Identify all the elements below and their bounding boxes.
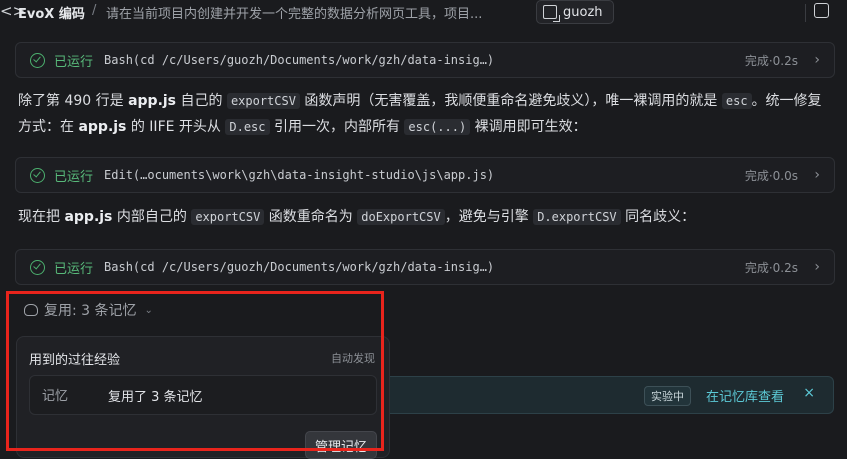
inline-code: esc(...) bbox=[404, 119, 471, 135]
assistant-message: 现在把 app.js 内部自己的 exportCSV 函数重命名为 doExpo… bbox=[18, 209, 696, 225]
inline-code: esc bbox=[721, 93, 752, 109]
inline-code: exportCSV bbox=[226, 93, 300, 109]
app-title: EvoX 编码 bbox=[18, 7, 85, 22]
inline-code: doExportCSV bbox=[357, 209, 445, 225]
chevron-right-icon[interactable]: › bbox=[814, 167, 820, 183]
task-title[interactable]: 请在当前项目内创建并开发一个完整的数据分析网页工具，项目... bbox=[106, 3, 531, 22]
check-circle-icon bbox=[30, 52, 45, 68]
window-icon[interactable] bbox=[814, 3, 829, 18]
memory-reuse-toggle[interactable]: 复用: 3 条记忆 ⌄ bbox=[24, 300, 153, 320]
chevron-down-icon: ⌄ bbox=[144, 304, 153, 316]
open-external-icon bbox=[543, 5, 560, 22]
tool-duration: 完成·0.0s bbox=[744, 168, 798, 183]
tool-call-card[interactable]: 已运行 Bash(cd /c/Users/guozh/Documents/wor… bbox=[15, 42, 835, 78]
tool-status: 已运行 bbox=[54, 169, 94, 185]
breadcrumb-separator: / bbox=[92, 3, 97, 18]
inline-code: D.exportCSV bbox=[533, 209, 621, 225]
check-circle-icon bbox=[30, 259, 45, 275]
memory-icon bbox=[24, 304, 38, 316]
close-icon[interactable]: × bbox=[803, 385, 815, 401]
check-circle-icon bbox=[30, 167, 45, 183]
auto-discover-label: 自动发现 bbox=[331, 352, 375, 365]
divider bbox=[805, 4, 806, 22]
memory-row-key: 记忆 bbox=[42, 389, 69, 404]
manage-memory-button[interactable]: 管理记忆 bbox=[304, 431, 377, 459]
tool-status: 已运行 bbox=[54, 261, 94, 277]
top-bar: <> EvoX 编码 / 请在当前项目内创建并开发一个完整的数据分析网页工具，项… bbox=[0, 0, 847, 26]
memory-row-value: 复用了 3 条记忆 bbox=[108, 390, 203, 405]
tool-status: 已运行 bbox=[54, 54, 94, 70]
tool-duration: 完成·0.2s bbox=[744, 53, 798, 68]
memory-popover: 用到的过往经验 自动发现 记忆 复用了 3 条记忆 管理记忆 bbox=[16, 336, 390, 459]
memory-banner: 实验中 在记忆库查看 × bbox=[388, 376, 834, 414]
tool-command: Edit(…ocuments\work\gzh\data-insight-stu… bbox=[104, 168, 495, 182]
memory-panel-title: 用到的过往经验 bbox=[29, 353, 121, 368]
experimental-badge: 实验中 bbox=[644, 386, 691, 406]
user-name: guozh bbox=[563, 4, 603, 20]
chevron-right-icon[interactable]: › bbox=[814, 259, 820, 275]
memory-toggle-label: 复用: 3 条记忆 bbox=[44, 303, 137, 319]
inline-code: D.esc bbox=[225, 119, 270, 135]
inline-code: exportCSV bbox=[191, 209, 265, 225]
tool-duration: 完成·0.2s bbox=[744, 260, 798, 275]
assistant-message: 除了第 490 行是 app.js 自己的 exportCSV 函数声明（无害覆… bbox=[18, 93, 822, 135]
tool-call-card[interactable]: 已运行 Edit(…ocuments\work\gzh\data-insight… bbox=[15, 157, 835, 193]
chevron-right-icon[interactable]: › bbox=[814, 52, 820, 68]
memory-row: 记忆 复用了 3 条记忆 bbox=[29, 375, 377, 415]
user-chip[interactable]: guozh bbox=[536, 0, 614, 24]
tool-command: Bash(cd /c/Users/guozh/Documents/work/gz… bbox=[104, 260, 495, 274]
tool-command: Bash(cd /c/Users/guozh/Documents/work/gz… bbox=[104, 53, 495, 67]
tool-call-card[interactable]: 已运行 Bash(cd /c/Users/guozh/Documents/wor… bbox=[15, 249, 835, 285]
view-in-memory-library-link[interactable]: 在记忆库查看 bbox=[706, 386, 784, 405]
